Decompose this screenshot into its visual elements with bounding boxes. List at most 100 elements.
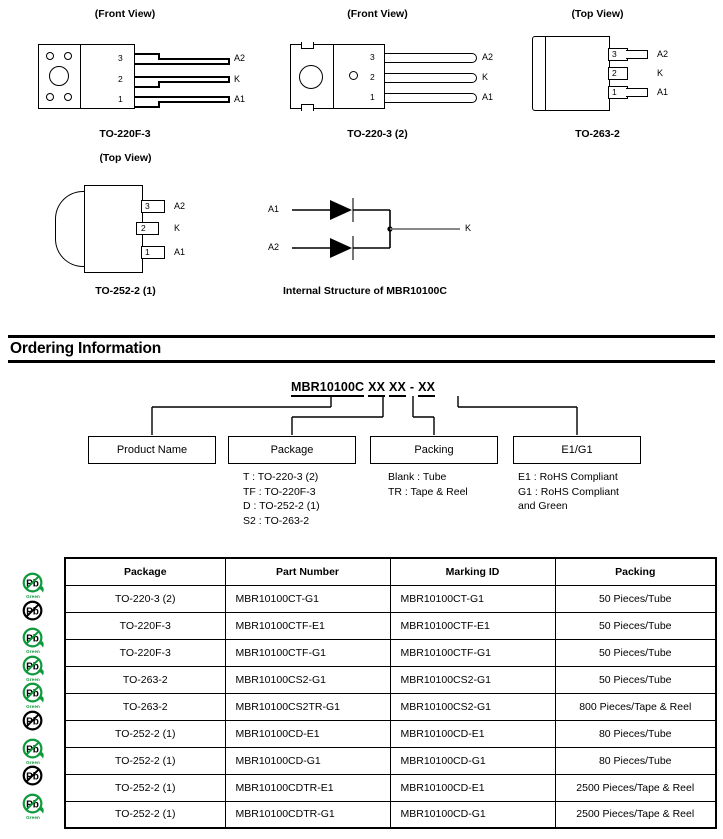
lead-1 bbox=[158, 101, 160, 108]
ordering-box-label: Package bbox=[270, 444, 314, 456]
ordering-code: MBR10100C XX XX - XX bbox=[291, 380, 436, 397]
package-diagram-to-252-2-1: (Top View) 3 A2 2 K 1 A1 TO-252-2 (1) bbox=[38, 152, 258, 300]
ordering-code-grade: XX bbox=[418, 380, 436, 397]
mounting-hole-icon bbox=[64, 93, 72, 101]
table-cell-package: TO-220F-3 bbox=[64, 638, 226, 667]
pin-number-1: 1 bbox=[118, 94, 123, 104]
pin-box-2 bbox=[136, 222, 159, 235]
rohs-green-icon: Pb Green bbox=[13, 655, 53, 683]
pb-green-icon: Pb bbox=[22, 682, 45, 705]
table-cell-packing: 50 Pieces/Tube bbox=[554, 665, 717, 694]
pin-box-1 bbox=[608, 86, 628, 99]
ordering-code-packing: XX bbox=[389, 380, 406, 397]
lead-2 bbox=[135, 86, 160, 88]
package-view-label-to-220-3-2: (Front View) bbox=[347, 8, 408, 20]
table-header-row: Package Part Number Marking ID Packing bbox=[64, 557, 717, 586]
ordering-code-dash: - bbox=[409, 380, 415, 394]
table-cell-packing: 50 Pieces/Tube bbox=[554, 584, 717, 613]
pin-label-a2: A2 bbox=[482, 52, 494, 62]
pin-number-1: 1 bbox=[612, 87, 617, 97]
table-cell-part_number: MBR10100CDTR-E1 bbox=[224, 773, 391, 802]
pin-number-1: 1 bbox=[370, 92, 375, 102]
section-rule-bottom bbox=[8, 360, 715, 363]
ordering-code-package: XX bbox=[368, 380, 386, 397]
package-name-to-220-3-2: TO-220-3 (2) bbox=[347, 128, 408, 140]
package-main-to-220-3-2 bbox=[333, 44, 385, 109]
table-row: TO-220-3 (2) MBR10100CT-G1 MBR10100CT-G1 50… bbox=[64, 584, 717, 613]
lead-3 bbox=[158, 58, 230, 60]
table-header-part-number: Part Number bbox=[224, 557, 391, 586]
pb-green-icon: Pb bbox=[22, 655, 45, 678]
ordering-box-label: Product Name bbox=[116, 444, 188, 456]
center-hole-icon bbox=[49, 66, 69, 86]
package-tab-to-263-2 bbox=[532, 36, 546, 111]
ordering-options-package: T : TO-220-3 (2) TF : TO-220F-3 D : TO-2… bbox=[243, 471, 320, 527]
package-diagram-to-220f-3: (Front View) 3 A2 2 K 1 A1 TO-220F-3 bbox=[0, 8, 250, 143]
package-name-to-252-2-1: TO-252-2 (1) bbox=[95, 285, 156, 297]
pin-number-3: 3 bbox=[145, 201, 150, 211]
pin-number-1: 1 bbox=[145, 247, 150, 257]
pin-label-a1: A1 bbox=[657, 87, 669, 97]
table-cell-packing: 80 Pieces/Tube bbox=[554, 746, 717, 775]
pb-black-icon: Pb bbox=[22, 710, 45, 733]
lead-2 bbox=[228, 76, 230, 83]
table-cell-marking_id: MBR10100CD-G1 bbox=[389, 746, 556, 775]
ordering-box-product-name[interactable]: Product Name bbox=[88, 436, 216, 464]
table-cell-part_number: MBR10100CT-G1 bbox=[224, 584, 391, 613]
table-row: TO-220F-3 MBR10100CTF-E1 MBR10100CTF-E1 50 … bbox=[64, 611, 717, 640]
ordering-box-e1-g1[interactable]: E1/G1 bbox=[513, 436, 641, 464]
table-cell-package: TO-220F-3 bbox=[64, 611, 226, 640]
lead-2 bbox=[135, 76, 230, 78]
pin-label-a1: A1 bbox=[234, 94, 246, 104]
lead-1 bbox=[228, 96, 230, 103]
table-cell-part_number: MBR10100CD-E1 bbox=[224, 719, 391, 748]
pb-green-icon: Pb bbox=[22, 793, 45, 816]
rohs-lead-free-icon: Pb bbox=[13, 600, 53, 623]
table-cell-marking_id: MBR10100CD-E1 bbox=[389, 719, 556, 748]
rohs-green-icon: Pb Green bbox=[13, 738, 53, 766]
package-view-label-to-220f-3: (Front View) bbox=[94, 8, 156, 20]
table-cell-marking_id: MBR10100CT-G1 bbox=[389, 584, 556, 613]
lead-1 bbox=[158, 101, 230, 103]
ordering-box-packing[interactable]: Packing bbox=[370, 436, 498, 464]
schematic-label-a1: A1 bbox=[268, 204, 280, 214]
pb-green-icon: Pb bbox=[22, 572, 45, 595]
package-body-to-263-2 bbox=[545, 36, 610, 111]
section-rule-top bbox=[8, 335, 715, 338]
pb-green-icon: Pb bbox=[22, 627, 45, 650]
table-cell-part_number: MBR10100CS2-G1 bbox=[224, 665, 391, 694]
pin-label-a1: A1 bbox=[174, 247, 186, 257]
pin-label-a1: A1 bbox=[482, 92, 494, 102]
lead-1 bbox=[385, 93, 477, 103]
mounting-hole-icon bbox=[46, 93, 54, 101]
table-cell-part_number: MBR10100CS2TR-G1 bbox=[224, 692, 391, 721]
pin-label-k: K bbox=[657, 68, 664, 78]
table-header-package: Package bbox=[64, 557, 226, 586]
internal-structure-diagram: A1 A2 K Internal Structure of MBR10100C bbox=[260, 190, 510, 300]
table-cell-part_number: MBR10100CTF-G1 bbox=[224, 638, 391, 667]
ordering-box-package[interactable]: Package bbox=[228, 436, 356, 464]
table-row: TO-252-2 (1) MBR10100CDTR-E1 MBR10100CD-E1… bbox=[64, 773, 717, 802]
package-view-label-to-252-2-1: (Top View) bbox=[99, 152, 152, 164]
package-view-label-to-263-2: (Top View) bbox=[571, 8, 624, 20]
small-hole-icon bbox=[349, 71, 358, 80]
center-hole-icon bbox=[299, 65, 323, 89]
pin-number-3: 3 bbox=[118, 53, 123, 63]
table-row: TO-263-2 MBR10100CS2-G1 MBR10100CS2-G1 50 P… bbox=[64, 665, 717, 694]
pin-number-2: 2 bbox=[141, 223, 146, 233]
table-cell-marking_id: MBR10100CS2-G1 bbox=[389, 665, 556, 694]
pin-label-a2: A2 bbox=[234, 53, 246, 63]
rohs-lead-free-icon: Pb bbox=[13, 710, 53, 733]
pin-number-3: 3 bbox=[370, 52, 375, 62]
lead-3 bbox=[626, 50, 648, 59]
table-row: TO-252-2 (1) MBR10100CD-E1 MBR10100CD-E1 80… bbox=[64, 719, 717, 748]
ordering-table: Package Part Number Marking ID Packing T… bbox=[64, 557, 717, 829]
pin-label-k: K bbox=[234, 74, 241, 84]
ordering-code-product: MBR10100C bbox=[291, 380, 365, 397]
schematic-label-a2: A2 bbox=[268, 242, 280, 252]
pin-label-k: K bbox=[482, 72, 489, 82]
table-cell-part_number: MBR10100CD-G1 bbox=[224, 746, 391, 775]
pin-number-2: 2 bbox=[612, 68, 617, 78]
tab-notch-bottom bbox=[301, 104, 314, 111]
table-header-marking-id: Marking ID bbox=[389, 557, 556, 586]
